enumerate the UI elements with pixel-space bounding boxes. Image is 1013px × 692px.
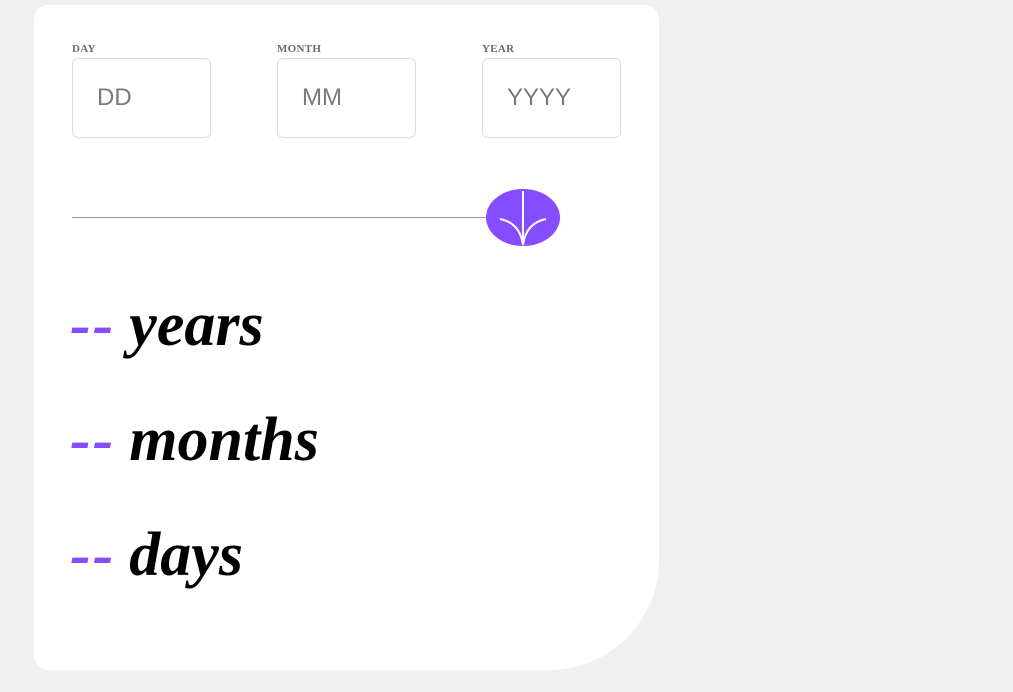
years-value: -- [70, 291, 116, 359]
submit-button[interactable] [486, 189, 560, 246]
age-calculator-card: DAY MONTH YEAR --years --months --days [34, 5, 659, 670]
day-field: DAY [72, 42, 211, 138]
month-field: MONTH [277, 42, 416, 138]
years-unit: years [129, 291, 264, 359]
year-input[interactable] [482, 58, 621, 138]
month-label: MONTH [277, 43, 322, 55]
divider-line [72, 217, 492, 218]
day-input[interactable] [72, 58, 211, 138]
result-years: -- years [70, 290, 264, 360]
year-field: YEAR [482, 42, 621, 138]
day-label: DAY [72, 43, 96, 55]
month-input[interactable] [277, 58, 416, 138]
months-value: -- [70, 406, 116, 474]
result-months: -- months [70, 405, 319, 475]
days-unit: days [129, 521, 243, 589]
year-label: YEAR [482, 43, 515, 55]
months-unit: months [129, 406, 319, 474]
days-value: -- [70, 521, 116, 589]
result-days: -- days [70, 520, 243, 590]
